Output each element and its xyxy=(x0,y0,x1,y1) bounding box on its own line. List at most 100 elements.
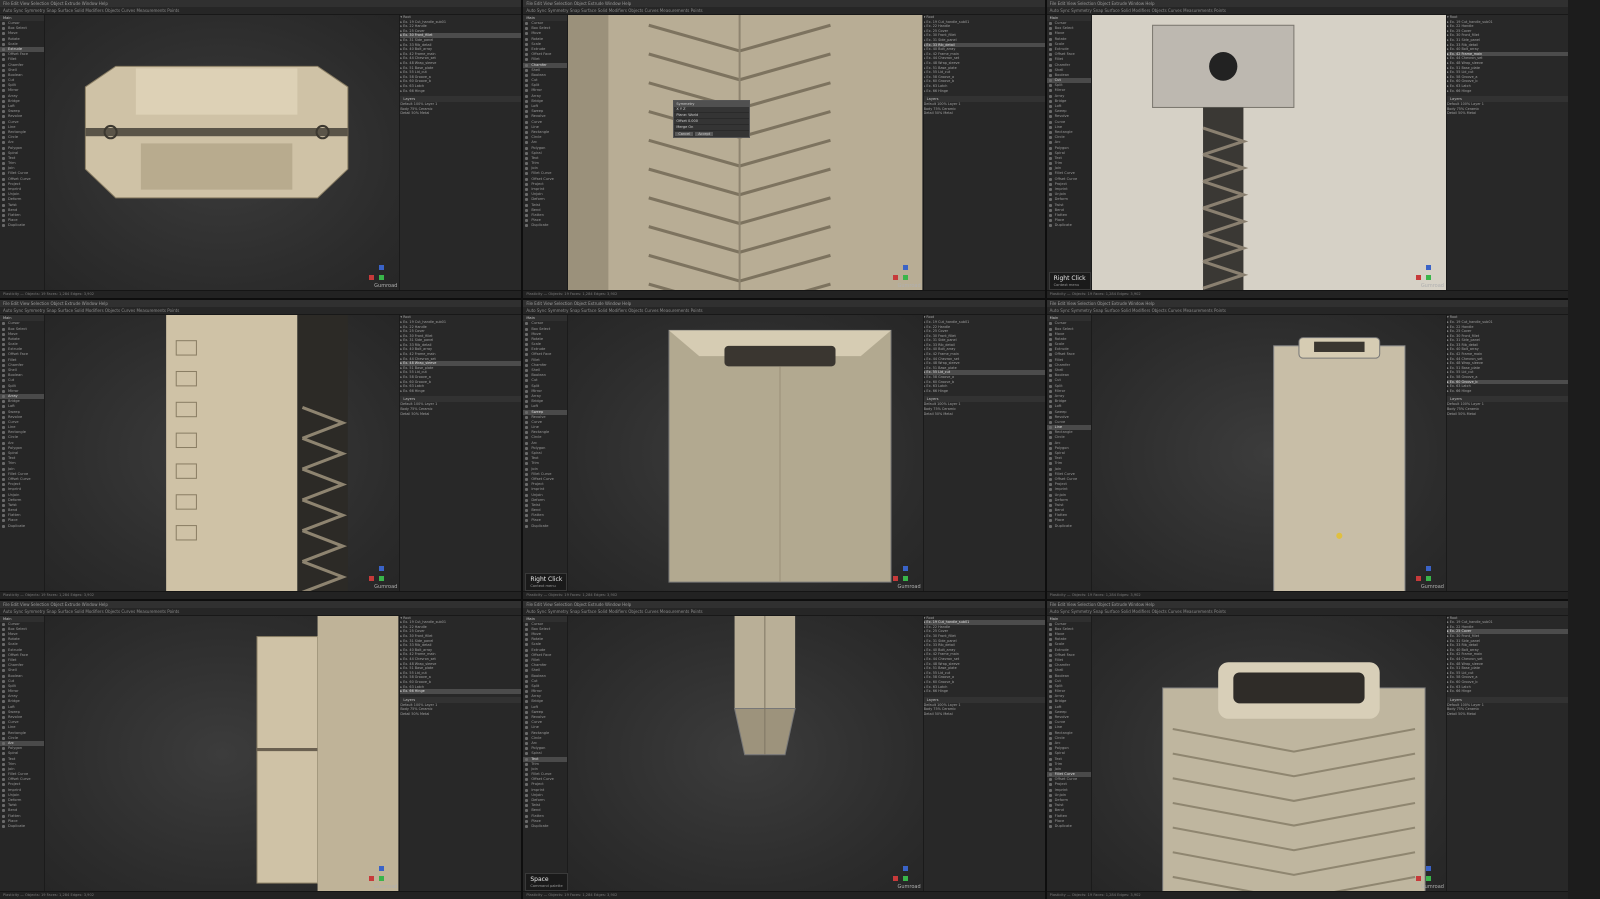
toolbar-item[interactable]: Measurements xyxy=(1183,609,1214,614)
toolbar-item[interactable]: Surface xyxy=(58,609,75,614)
axis-gizmo-x-icon[interactable] xyxy=(369,575,375,581)
toolbar-item[interactable]: Surface xyxy=(1105,308,1122,313)
toolbar-item[interactable]: Measurements xyxy=(1183,8,1214,13)
toolbar-item[interactable]: Snap xyxy=(570,308,581,313)
layer-row[interactable]: Detail 50% Metal xyxy=(400,412,521,417)
axis-gizmo-x-icon[interactable] xyxy=(892,876,898,881)
cancel-button[interactable]: Cancel xyxy=(675,132,694,136)
axis-gizmo-x-icon[interactable] xyxy=(369,876,375,881)
tool-item[interactable]: Duplicate xyxy=(523,223,567,228)
toolbar-item[interactable]: Measurements xyxy=(136,609,167,614)
menu-item[interactable]: Object xyxy=(1097,301,1111,306)
menu-item[interactable]: Selection xyxy=(1077,301,1097,306)
toolbar-item[interactable]: Measurements xyxy=(1183,308,1214,313)
toolbar-item[interactable]: Symmetry xyxy=(548,308,570,313)
toolbar-item[interactable]: Objects xyxy=(1152,609,1168,614)
menu-item[interactable]: Help xyxy=(99,301,108,306)
axis-gizmo[interactable] xyxy=(369,862,393,886)
toolbar-item[interactable]: Curves xyxy=(1168,8,1183,13)
layer-row[interactable]: Detail 50% Metal xyxy=(1447,712,1568,717)
toolbar-item[interactable]: Solid xyxy=(1121,609,1132,614)
toolbar-item[interactable]: Modifiers xyxy=(85,308,105,313)
toolbar-item[interactable]: Solid xyxy=(74,609,85,614)
toolbar-item[interactable]: Measurements xyxy=(660,308,691,313)
layer-row[interactable]: Detail 50% Metal xyxy=(1447,111,1568,116)
toolbar-item[interactable]: Objects xyxy=(628,609,644,614)
toolbar-item[interactable]: Points xyxy=(1214,8,1226,13)
axis-gizmo-z-icon[interactable] xyxy=(379,265,385,271)
axis-gizmo-y-icon[interactable] xyxy=(379,275,385,281)
menu-item[interactable]: View xyxy=(1067,602,1078,607)
menu-item[interactable]: Edit xyxy=(11,602,20,607)
toolbar-item[interactable]: Points xyxy=(167,8,179,13)
menu-item[interactable]: Object xyxy=(1097,1,1111,6)
menu-item[interactable]: Edit xyxy=(1058,1,1067,6)
menu-item[interactable]: Edit xyxy=(11,1,20,6)
toolbar-item[interactable]: Snap xyxy=(47,8,58,13)
tool-item[interactable]: Duplicate xyxy=(1047,223,1091,228)
menu-item[interactable]: Selection xyxy=(554,301,574,306)
tool-item[interactable]: Duplicate xyxy=(0,524,44,529)
toolbar-item[interactable]: Modifiers xyxy=(609,308,629,313)
toolbar-item[interactable]: Surface xyxy=(1105,8,1122,13)
toolbar-item[interactable]: Objects xyxy=(105,308,121,313)
toolbar-item[interactable]: Curves xyxy=(645,308,660,313)
outliner-row[interactable]: ▸ Ex. 66 Hinge xyxy=(400,689,522,694)
axis-gizmo[interactable] xyxy=(369,562,393,586)
toolbar-item[interactable]: Curves xyxy=(121,8,136,13)
axis-gizmo-y-icon[interactable] xyxy=(902,275,908,281)
axis-gizmo-z-icon[interactable] xyxy=(902,565,908,571)
axis-gizmo[interactable] xyxy=(1415,562,1440,586)
viewport-3d[interactable] xyxy=(45,315,400,592)
toolbar-item[interactable]: Curves xyxy=(121,609,136,614)
toolbar-item[interactable]: Surface xyxy=(581,609,598,614)
axis-gizmo[interactable] xyxy=(369,261,393,285)
toolbar-item[interactable]: Modifiers xyxy=(1132,609,1152,614)
menu-item[interactable]: View xyxy=(1067,1,1078,6)
toolbar-item[interactable]: Auto Sync xyxy=(526,8,547,13)
toolbar-item[interactable]: Auto Sync xyxy=(1050,8,1071,13)
toolbar-item[interactable]: Objects xyxy=(1152,8,1168,13)
toolbar-item[interactable]: Auto Sync xyxy=(526,308,547,313)
toolbar-item[interactable]: Symmetry xyxy=(24,8,46,13)
menu-item[interactable]: Extrude xyxy=(588,301,605,306)
layer-row[interactable]: Detail 50% Metal xyxy=(924,412,1045,417)
menu-item[interactable]: Window xyxy=(1128,602,1145,607)
axis-gizmo[interactable] xyxy=(1415,261,1440,285)
menu-item[interactable]: Edit xyxy=(534,301,543,306)
menu-item[interactable]: View xyxy=(20,301,31,306)
menu-item[interactable]: Selection xyxy=(554,602,574,607)
toolbar-item[interactable]: Surface xyxy=(581,8,598,13)
axis-gizmo-z-icon[interactable] xyxy=(379,866,385,871)
toolbar-item[interactable]: Points xyxy=(167,308,179,313)
menu-item[interactable]: Extrude xyxy=(1111,602,1128,607)
toolbar-item[interactable]: Curves xyxy=(645,8,660,13)
axis-gizmo-y-icon[interactable] xyxy=(1425,575,1431,581)
axis-gizmo-x-icon[interactable] xyxy=(369,275,375,281)
menu-item[interactable]: Selection xyxy=(31,602,51,607)
menu-item[interactable]: Window xyxy=(82,602,99,607)
toolbar-item[interactable]: Symmetry xyxy=(1071,609,1093,614)
toolbar-item[interactable]: Modifiers xyxy=(1132,308,1152,313)
outliner-row[interactable]: ▸ Ex. 66 Hinge xyxy=(1447,89,1568,94)
toolbar-item[interactable]: Modifiers xyxy=(609,8,629,13)
outliner-row[interactable]: ▸ Ex. 66 Hinge xyxy=(1447,389,1568,394)
menu-item[interactable]: Help xyxy=(1145,602,1154,607)
menu-item[interactable]: Object xyxy=(1097,602,1111,607)
menu-item[interactable]: Window xyxy=(1128,301,1145,306)
toolbar-item[interactable]: Objects xyxy=(628,308,644,313)
axis-gizmo[interactable] xyxy=(892,261,917,285)
outliner-row[interactable]: ▸ Ex. 66 Hinge xyxy=(924,389,1045,394)
menu-item[interactable]: Object xyxy=(50,301,64,306)
axis-gizmo-x-icon[interactable] xyxy=(1415,876,1421,881)
accept-button[interactable]: Accept xyxy=(695,132,714,136)
toolbar-item[interactable]: Snap xyxy=(47,609,58,614)
viewport-3d[interactable] xyxy=(1091,15,1446,292)
viewport-3d[interactable]: Symmetry X Y Z Plane: World Offset 0.000 Mer… xyxy=(568,15,923,292)
toolbar-item[interactable]: Modifiers xyxy=(1132,8,1152,13)
axis-gizmo-y-icon[interactable] xyxy=(1425,275,1431,281)
toolbar-item[interactable]: Curves xyxy=(121,308,136,313)
menu-item[interactable]: Object xyxy=(50,1,64,6)
axis-gizmo-x-icon[interactable] xyxy=(892,275,898,281)
toolbar-item[interactable]: Measurements xyxy=(136,308,167,313)
